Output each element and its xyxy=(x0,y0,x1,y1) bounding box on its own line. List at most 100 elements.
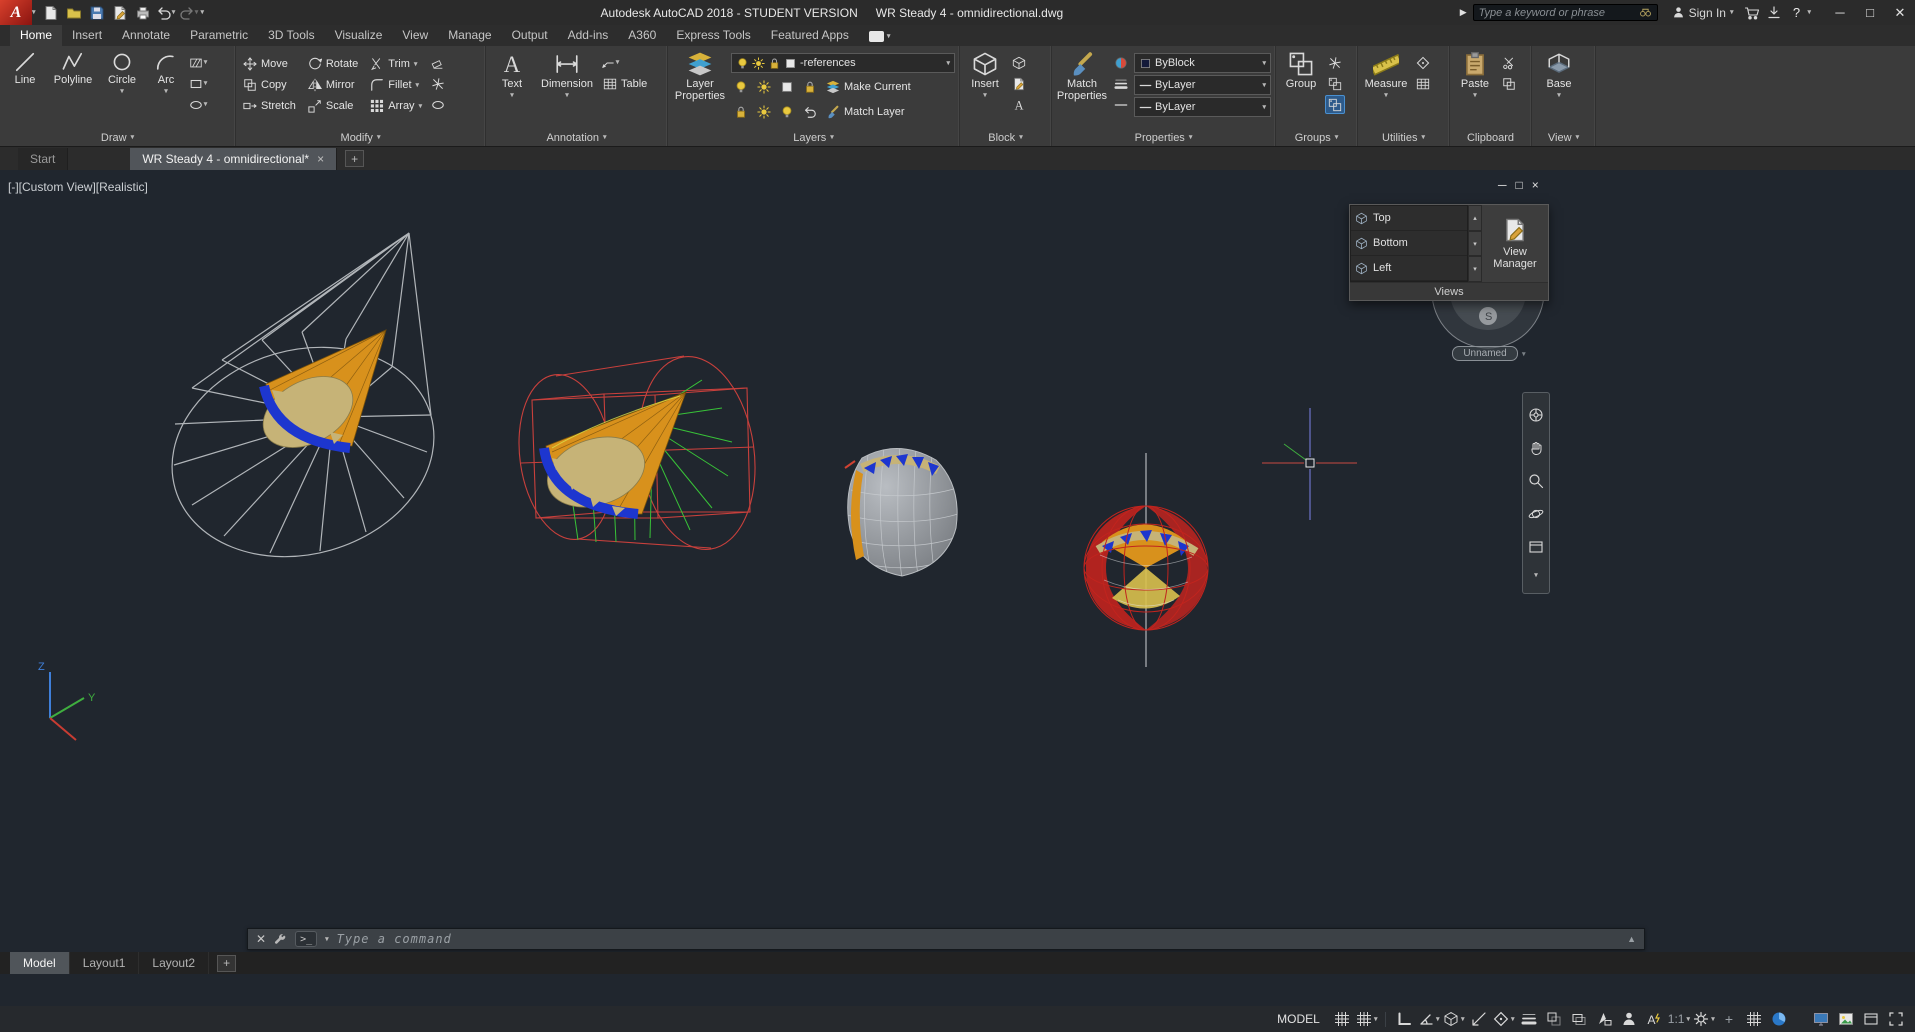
object-snap-tracking-button[interactable] xyxy=(1468,1008,1490,1030)
view-manager-button[interactable]: View Manager xyxy=(1482,205,1548,282)
help-search-box[interactable] xyxy=(1473,4,1658,21)
erase-button[interactable] xyxy=(428,53,448,72)
tab-view[interactable]: View xyxy=(392,25,438,46)
undo-button[interactable]: ▾ xyxy=(155,2,177,24)
help-button[interactable]: ? xyxy=(1785,2,1807,24)
navigation-wheel-icon[interactable] xyxy=(1528,407,1544,423)
isometric-drafting-button[interactable]: ▾ xyxy=(1443,1008,1465,1030)
group-button[interactable]: Group xyxy=(1280,49,1322,91)
download-button[interactable] xyxy=(1763,2,1785,24)
capture-button[interactable] xyxy=(1835,1008,1857,1030)
cut-button[interactable] xyxy=(1499,53,1519,72)
clean-screen-button[interactable] xyxy=(1885,1008,1907,1030)
isolate-objects-button[interactable]: + xyxy=(1718,1008,1740,1030)
match-properties-button[interactable]: Match Properties xyxy=(1056,49,1108,102)
tab-manage[interactable]: Manage xyxy=(438,25,501,46)
fillet-button[interactable]: Fillet▾ xyxy=(367,75,425,95)
views-panel-footer[interactable]: Views xyxy=(1350,282,1548,300)
hardware-acceleration-button[interactable] xyxy=(1810,1008,1832,1030)
panel-title-utilities[interactable]: Utilities▾ xyxy=(1358,129,1449,146)
new-drawing-tab-button[interactable]: + xyxy=(345,150,364,167)
layer-dropdown[interactable]: -references ▾ xyxy=(731,53,955,73)
grid-display-button[interactable] xyxy=(1331,1008,1353,1030)
id-point-button[interactable] xyxy=(1413,53,1433,72)
drawing-scene[interactable]: S xyxy=(0,170,1915,952)
mirror-button[interactable]: Mirror xyxy=(305,75,361,95)
snap-mode-button[interactable]: ▾ xyxy=(1356,1008,1378,1030)
panel-title-layers[interactable]: Layers▾ xyxy=(668,129,959,146)
layer-on-bulb-icon[interactable] xyxy=(736,57,749,70)
layer-isolate-button[interactable] xyxy=(754,77,774,96)
tab-featured-apps[interactable]: Featured Apps xyxy=(761,25,859,46)
object-color-dropdown[interactable]: ByBlock▾ xyxy=(1134,53,1271,73)
layout-tab-layout1[interactable]: Layout1 xyxy=(70,952,140,974)
save-button[interactable] xyxy=(86,2,108,24)
object-snap-button[interactable]: ▾ xyxy=(1493,1008,1515,1030)
orbit-icon[interactable] xyxy=(1528,506,1544,522)
tab-output[interactable]: Output xyxy=(502,25,558,46)
paste-button[interactable]: Paste▾ xyxy=(1454,49,1496,99)
panel-title-groups[interactable]: Groups▾ xyxy=(1276,129,1357,146)
circle-button[interactable]: Circle▾ xyxy=(100,49,144,95)
chevron-down-icon[interactable]: ▾ xyxy=(1522,350,1526,358)
quick-calc-button[interactable] xyxy=(1413,74,1433,93)
layer-properties-button[interactable]: Layer Properties xyxy=(672,49,728,102)
copy-clip-button[interactable] xyxy=(1499,74,1519,93)
ucs-icon[interactable]: Z Y xyxy=(38,661,96,740)
new-file-button[interactable] xyxy=(40,2,62,24)
redo-button[interactable]: ▾ xyxy=(178,2,200,24)
polyline-button[interactable]: Polyline xyxy=(49,49,97,87)
panel-title-modify[interactable]: Modify▾ xyxy=(236,129,485,146)
search-binoculars-icon[interactable] xyxy=(1639,6,1652,19)
close-tab-icon[interactable]: × xyxy=(317,152,324,166)
app-store-button[interactable] xyxy=(1741,2,1763,24)
model-space-viewport[interactable]: S xyxy=(0,170,1915,952)
lineweight-icon-button[interactable] xyxy=(1111,74,1131,93)
viewport-restore-icon[interactable]: □ xyxy=(1516,178,1523,192)
close-button[interactable]: ✕ xyxy=(1885,0,1915,25)
transparency-button[interactable] xyxy=(1543,1008,1565,1030)
tab-add-ins[interactable]: Add-ins xyxy=(558,25,619,46)
layer-previous-button[interactable] xyxy=(800,102,820,121)
lineweight-dropdown[interactable]: ByLayer▾ xyxy=(1134,75,1271,95)
ribbon-display-toggle[interactable]: ▾ xyxy=(869,31,891,42)
model-space-button[interactable]: MODEL xyxy=(1277,1012,1320,1026)
trim-button[interactable]: Trim▾ xyxy=(367,54,425,74)
view-item-left[interactable]: Left xyxy=(1351,256,1467,281)
annotation-scale-button[interactable]: 1:1▾ xyxy=(1668,1008,1690,1030)
selection-cycling-button[interactable] xyxy=(1568,1008,1590,1030)
annotation-visibility-button[interactable] xyxy=(1618,1008,1640,1030)
command-input[interactable] xyxy=(337,932,1619,946)
command-close-icon[interactable]: ✕ xyxy=(256,932,266,946)
chevron-down-icon[interactable]: ▾ xyxy=(32,9,36,16)
hardware-grid-button[interactable] xyxy=(1743,1008,1765,1030)
layer-on-all-button[interactable] xyxy=(777,102,797,121)
dimension-button[interactable]: Dimension▾ xyxy=(537,49,597,99)
rectangle-button[interactable]: ▾ xyxy=(188,74,208,93)
model-mesh-pod[interactable] xyxy=(845,445,958,578)
save-as-button[interactable] xyxy=(109,2,131,24)
match-layer-button[interactable]: Match Layer xyxy=(823,102,908,122)
explode-button[interactable] xyxy=(428,74,448,93)
layer-thaw-sun-icon[interactable] xyxy=(752,57,765,70)
panel-title-draw[interactable]: Draw▾ xyxy=(0,129,235,146)
make-current-button[interactable]: Make Current xyxy=(823,77,914,97)
offset-button[interactable] xyxy=(428,95,448,114)
insert-button[interactable]: Insert▾ xyxy=(964,49,1006,99)
chevron-down-icon[interactable]: ▾ xyxy=(1534,572,1538,579)
pan-hand-icon[interactable] xyxy=(1528,440,1544,456)
file-tab-start[interactable]: Start xyxy=(18,148,68,170)
plot-button[interactable] xyxy=(132,2,154,24)
line-button[interactable]: Line xyxy=(4,49,46,87)
ortho-mode-button[interactable] xyxy=(1393,1008,1415,1030)
viewport-close-icon[interactable]: × xyxy=(1532,178,1539,192)
panel-title-view[interactable]: View▾ xyxy=(1532,129,1595,146)
view-item-bottom[interactable]: Bottom xyxy=(1351,231,1467,256)
layout-tab-layout2[interactable]: Layout2 xyxy=(139,952,209,974)
annotation-autoscale-button[interactable] xyxy=(1643,1008,1665,1030)
layer-thaw-all-button[interactable] xyxy=(754,102,774,121)
panel-title-block[interactable]: Block▾ xyxy=(960,129,1051,146)
edit-attributes-button[interactable] xyxy=(1009,74,1029,93)
tab-home[interactable]: Home xyxy=(10,25,62,46)
command-history-up-icon[interactable]: ▲ xyxy=(1627,934,1636,944)
